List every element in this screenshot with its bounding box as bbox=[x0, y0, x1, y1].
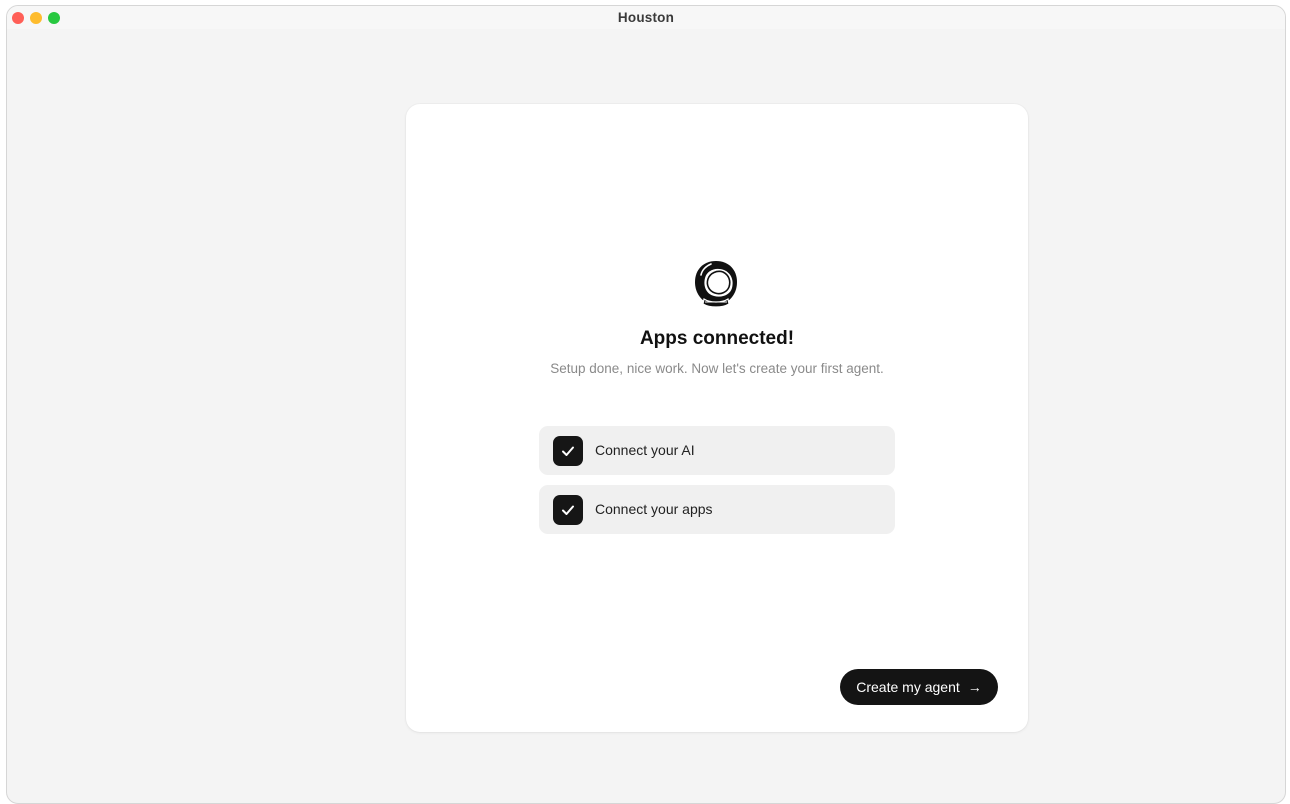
step-label: Connect your apps bbox=[595, 501, 713, 517]
arrow-right-icon: → bbox=[967, 679, 982, 695]
step-label: Connect your AI bbox=[595, 442, 695, 458]
step-connect-ai: Connect your AI bbox=[539, 426, 895, 475]
page-title: Apps connected! bbox=[639, 328, 795, 349]
astronaut-helmet-icon bbox=[695, 261, 737, 308]
app-window: Houston Apps connected! Setup done, nice… bbox=[6, 5, 1286, 804]
step-connect-apps: Connect your apps bbox=[539, 485, 895, 534]
create-agent-button-label: Create my agent bbox=[856, 679, 960, 695]
window-title: Houston bbox=[617, 10, 675, 25]
create-agent-button[interactable]: Create my agent → bbox=[840, 669, 998, 705]
page-subtitle: Setup done, nice work. Now let's create … bbox=[550, 361, 884, 376]
onboarding-card: Apps connected! Setup done, nice work. N… bbox=[406, 104, 1028, 732]
checkbox-checked-icon bbox=[553, 495, 583, 525]
checkbox-checked-icon bbox=[553, 436, 583, 466]
title-bar: Houston bbox=[7, 6, 1285, 29]
